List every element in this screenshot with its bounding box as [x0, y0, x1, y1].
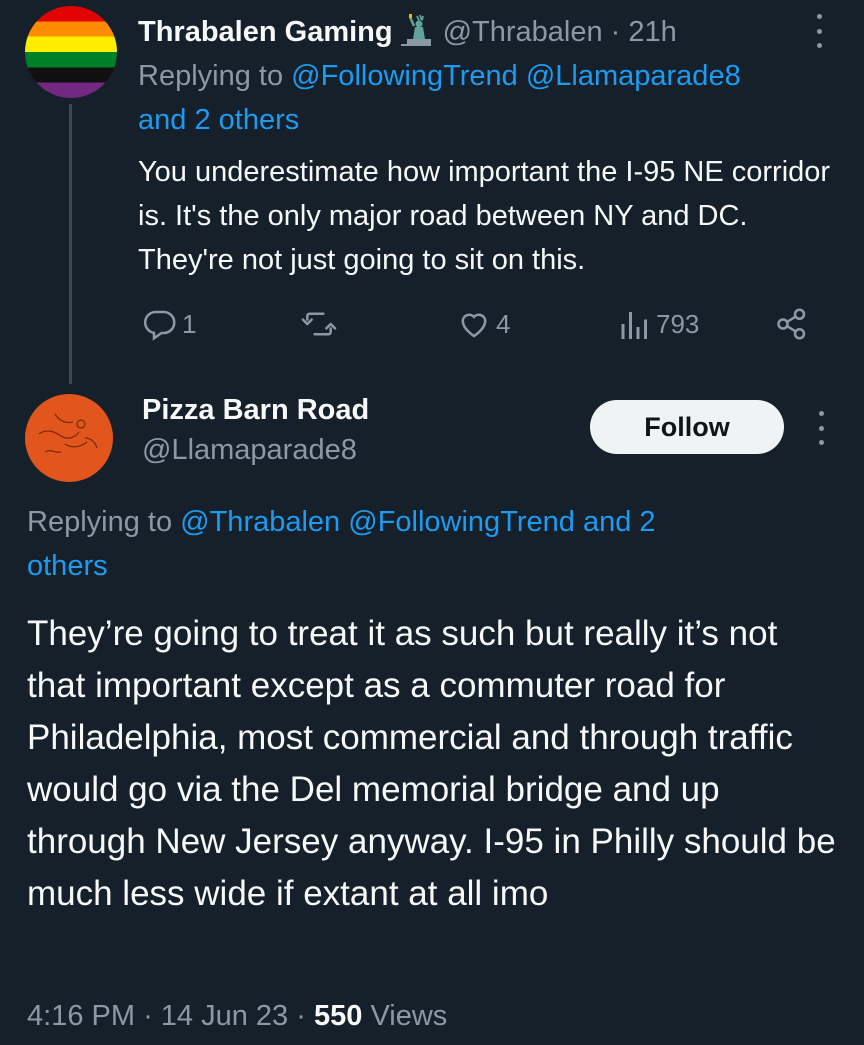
main-replying-to: Replying to @Thrabalen @FollowingTrend a… — [27, 500, 656, 544]
replying-to-label: Replying to — [27, 506, 173, 538]
reply-button[interactable]: 1 — [142, 303, 196, 345]
main-handle[interactable]: @Llamaparade8 — [142, 434, 357, 467]
bar-chart-icon — [618, 306, 652, 342]
statue-of-liberty-icon — [399, 13, 433, 52]
pizza-barn-road-avatar[interactable] — [25, 394, 113, 482]
retweet-icon — [300, 306, 338, 342]
header-separator: · — [610, 15, 621, 48]
parent-action-bar: 1 4 793 — [142, 303, 822, 345]
meta-separator: · — [143, 1000, 153, 1032]
share-icon — [774, 306, 810, 342]
views-label: Views — [370, 1000, 448, 1032]
reply-icon — [142, 306, 178, 342]
mention-thrabalen[interactable]: @Thrabalen — [180, 506, 340, 538]
parent-tweet-body: You underestimate how important the I-95… — [138, 156, 831, 276]
meta-separator: · — [296, 1000, 306, 1032]
and-2-link[interactable]: and 2 — [583, 506, 656, 538]
parent-replying-others: and 2 others — [138, 98, 299, 142]
main-replying-others: others — [27, 544, 108, 588]
heart-icon — [456, 306, 492, 342]
thrabalen-avatar[interactable] — [25, 6, 117, 98]
main-more-options-icon[interactable] — [816, 411, 826, 445]
like-button[interactable]: 4 — [456, 303, 510, 345]
parent-more-options-icon[interactable] — [814, 14, 824, 48]
follow-button[interactable]: Follow — [590, 400, 784, 454]
tweet-metadata: 4:16 PM · 14 Jun 23 · 550 Views — [27, 1000, 447, 1033]
tweet-time[interactable]: 4:16 PM — [27, 1000, 135, 1032]
tweet-date[interactable]: 14 Jun 23 — [161, 1000, 288, 1032]
others-link[interactable]: others — [27, 550, 108, 582]
reply-count: 1 — [182, 308, 197, 339]
mention-followingtrend[interactable]: @FollowingTrend — [291, 60, 518, 92]
parent-handle[interactable]: @Thrabalen — [443, 16, 603, 49]
views-button[interactable]: 793 — [618, 303, 699, 345]
main-tweet-body: They’re going to treat it as such but re… — [27, 614, 836, 913]
parent-tweet-header: Thrabalen Gaming @Thrabalen · 21h — [138, 12, 677, 52]
views-count: 793 — [656, 308, 700, 339]
parent-display-name[interactable]: Thrabalen Gaming — [138, 16, 393, 49]
replying-to-label: Replying to — [138, 60, 284, 92]
tweet-thread: Thrabalen Gaming @Thrabalen · 21h Replyi… — [0, 0, 864, 1045]
and-2-others-link[interactable]: and 2 others — [138, 104, 299, 136]
retweet-button[interactable] — [300, 303, 338, 345]
views-total[interactable]: 550 — [314, 1000, 362, 1032]
mention-followingtrend[interactable]: @FollowingTrend — [348, 506, 575, 538]
main-display-name[interactable]: Pizza Barn Road — [142, 394, 369, 427]
like-count: 4 — [496, 308, 511, 339]
mention-llamaparade8[interactable]: @Llamaparade8 — [526, 60, 741, 92]
thread-connector-line — [69, 104, 72, 384]
parent-replying-to: Replying to @FollowingTrend @Llamaparade… — [138, 54, 741, 98]
share-button[interactable] — [774, 303, 810, 345]
parent-timestamp[interactable]: 21h — [628, 16, 676, 49]
